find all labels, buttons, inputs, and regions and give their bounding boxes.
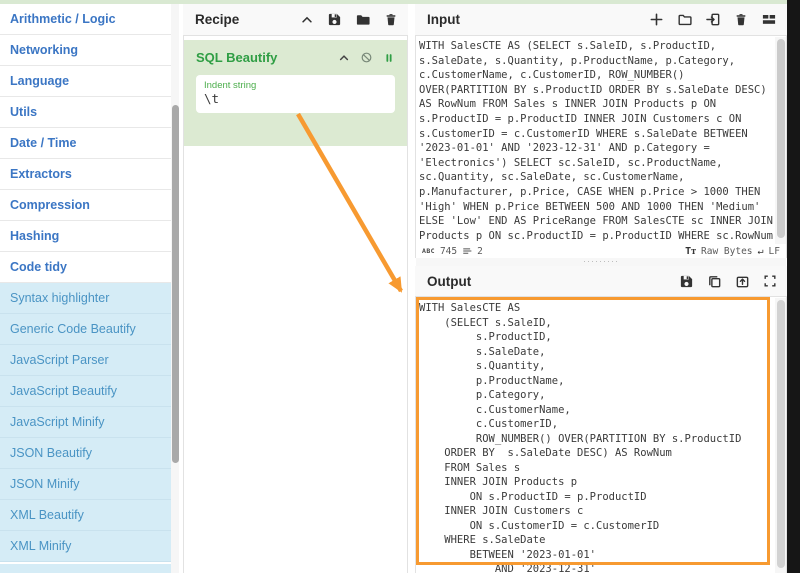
output-scrollbar-thumb[interactable] — [777, 300, 785, 568]
recipe-operation-sql-beautify[interactable]: SQL Beautify Indent string \t — [184, 40, 407, 146]
cyberchef-app: Arithmetic / Logic Networking Language U… — [0, 0, 800, 573]
operation-item[interactable]: Generic Code Beautify — [0, 314, 171, 345]
collapse-operation-icon[interactable] — [338, 52, 350, 64]
indent-string-field[interactable]: Indent string \t — [196, 75, 395, 113]
input-tabs-view-icon[interactable] — [761, 12, 777, 27]
operation-label: JavaScript Parser — [10, 353, 109, 367]
category-item[interactable]: Arithmetic / Logic — [0, 4, 171, 35]
operation-item[interactable]: XML Minify — [0, 531, 171, 562]
category-label: Compression — [10, 198, 90, 212]
operation-label: Syntax highlighter — [10, 291, 109, 305]
operation-item[interactable]: JavaScript Beautify — [0, 376, 171, 407]
operation-item[interactable]: SQL Beautify — [0, 564, 171, 573]
indent-string-label: Indent string — [204, 80, 387, 91]
collapse-recipe-icon[interactable] — [300, 13, 314, 27]
adjacent-window-edge — [787, 0, 800, 573]
category-label: Utils — [10, 105, 37, 119]
add-input-tab-icon[interactable] — [649, 12, 664, 27]
operation-label: XML Beautify — [10, 508, 84, 522]
open-folder-icon[interactable] — [677, 12, 693, 27]
load-recipe-folder-icon[interactable] — [355, 12, 371, 27]
char-count-icon: ABC — [422, 247, 435, 255]
operation-item[interactable]: XML Beautify — [0, 500, 171, 531]
operation-label: JSON Minify — [10, 477, 79, 491]
indent-string-value[interactable]: \t — [204, 91, 387, 107]
disable-operation-icon[interactable] — [360, 51, 373, 64]
category-label: Date / Time — [10, 136, 76, 150]
line-count-icon — [462, 246, 472, 256]
category-item[interactable]: Language — [0, 66, 171, 97]
recipe-title: Recipe — [195, 12, 239, 27]
operation-label: JSON Beautify — [10, 446, 92, 460]
category-label: Language — [10, 74, 69, 88]
operation-item[interactable]: JavaScript Parser — [0, 345, 171, 376]
eol-selector[interactable]: LF — [769, 246, 780, 257]
input-output-splitter[interactable]: ········· — [416, 258, 786, 266]
operation-item[interactable]: JSON Minify — [0, 469, 171, 500]
operation-item[interactable]: JavaScript Minify — [0, 407, 171, 438]
operation-list: Syntax highlighter Generic Code Beautify… — [0, 283, 171, 573]
char-count-value: 745 — [440, 246, 457, 257]
clear-input-trash-icon[interactable] — [734, 12, 748, 27]
input-textarea[interactable]: WITH SalesCTE AS (SELECT s.SaleID, s.Pro… — [419, 39, 775, 244]
save-recipe-icon[interactable] — [327, 12, 342, 27]
category-item[interactable]: Date / Time — [0, 128, 171, 159]
category-label: Hashing — [10, 229, 59, 243]
category-item[interactable]: Compression — [0, 190, 171, 221]
operation-title: SQL Beautify — [196, 50, 277, 65]
open-file-import-icon[interactable] — [706, 12, 721, 27]
recipe-header: Recipe — [183, 4, 408, 36]
breakpoint-pause-icon[interactable] — [383, 52, 395, 64]
category-item[interactable]: Code tidy — [0, 252, 171, 283]
input-title: Input — [427, 12, 460, 27]
line-count-value: 2 — [477, 246, 483, 257]
category-item[interactable]: Hashing — [0, 221, 171, 252]
category-label: Networking — [10, 43, 78, 57]
maximize-output-icon[interactable] — [763, 274, 777, 288]
operation-item[interactable]: Syntax highlighter — [0, 283, 171, 314]
input-scrollbar-thumb[interactable] — [777, 39, 785, 238]
save-output-icon[interactable] — [679, 274, 694, 289]
text-format-icon[interactable]: Tᴛ — [685, 246, 696, 257]
operation-label: JavaScript Minify — [10, 415, 104, 429]
copy-output-icon[interactable] — [707, 274, 722, 289]
operation-label: Generic Code Beautify — [10, 322, 136, 336]
drag-handle-dots-icon: ········· — [583, 259, 619, 263]
operations-sidebar: Arithmetic / Logic Networking Language U… — [0, 4, 171, 573]
output-title: Output — [427, 274, 471, 289]
category-item[interactable]: Extractors — [0, 159, 171, 190]
category-item[interactable]: Utils — [0, 97, 171, 128]
category-label: Arithmetic / Logic — [10, 12, 116, 26]
category-label: Extractors — [10, 167, 72, 181]
eol-arrow-icon: ↵ — [758, 246, 764, 257]
category-item[interactable]: Networking — [0, 35, 171, 66]
output-textarea[interactable]: WITH SalesCTE AS (SELECT s.SaleID, s.Pro… — [419, 301, 775, 573]
encoding-selector[interactable]: Raw Bytes — [701, 246, 752, 257]
operation-label: JavaScript Beautify — [10, 384, 117, 398]
clear-recipe-trash-icon[interactable] — [384, 12, 398, 27]
open-output-new-tab-icon[interactable] — [735, 274, 750, 289]
output-header: Output — [415, 266, 787, 297]
operation-item[interactable]: JSON Beautify — [0, 438, 171, 469]
category-list: Arithmetic / Logic Networking Language U… — [0, 4, 171, 283]
category-label: Code tidy — [10, 260, 67, 274]
sidebar-scrollbar-thumb[interactable] — [172, 105, 179, 463]
input-header: Input — [415, 4, 787, 36]
operation-label: XML Minify — [10, 539, 71, 553]
